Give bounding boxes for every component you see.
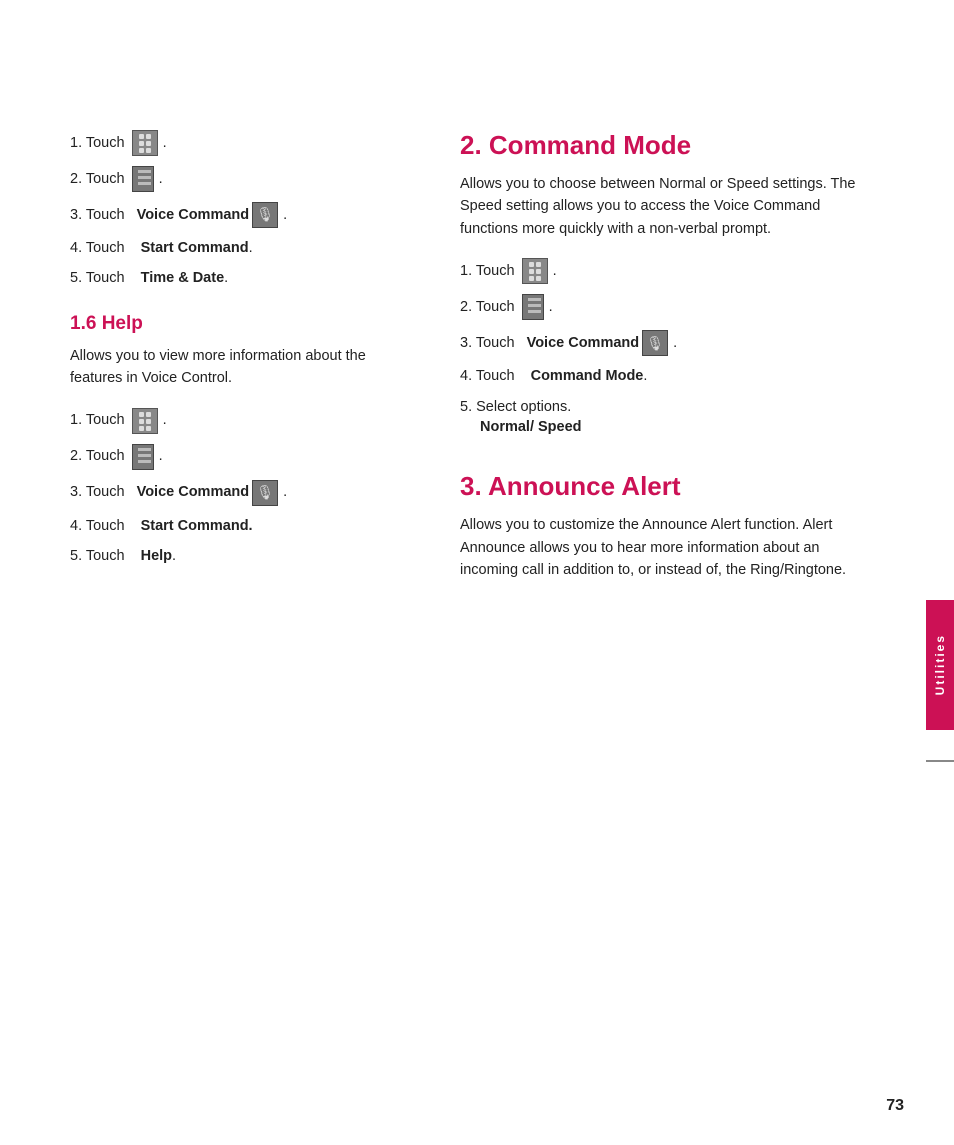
help-step1-label: 1. Touch [70, 410, 125, 430]
step-3: 3. Touch Voice Command . [70, 202, 390, 228]
grid-icon-3 [522, 258, 548, 284]
page-number: 73 [886, 1097, 904, 1115]
sidebar-line [926, 760, 954, 762]
step3-bold: Voice Command [137, 205, 250, 225]
cmd-step4-bold: Command Mode [531, 366, 644, 386]
left-column: 1. Touch . 2. Touch . 3. Touch Voice Com… [0, 0, 430, 1145]
doc-icon-2 [132, 444, 154, 470]
help-step-3: 3. Touch Voice Command . [70, 480, 390, 506]
step4-label: 4. Touch [70, 238, 125, 258]
cmd-step-5: 5. Select options. Normal/ Speed [460, 397, 880, 448]
help-steps-list: 1. Touch . 2. Touch . 3. Touch Voice Com… [70, 408, 390, 567]
help-step-2: 2. Touch . [70, 444, 390, 470]
section-16-body: Allows you to view more information abou… [70, 345, 390, 390]
help-step4-label: 4. Touch [70, 516, 125, 536]
right-column: 2. Command Mode Allows you to choose bet… [430, 0, 910, 1145]
cmd-step-3: 3. Touch Voice Command . [460, 330, 880, 356]
cmd-step3-label: 3. Touch [460, 333, 515, 353]
sidebar-tab-text: Utilities [933, 634, 947, 695]
voice-icon-3 [642, 330, 668, 356]
voice-icon-2 [252, 480, 278, 506]
cmd-step-4: 4. Touch Command Mode . [460, 366, 880, 386]
cmd-step5-bold: Normal/ Speed [480, 417, 582, 437]
step5-label: 5. Touch [70, 268, 125, 288]
step-4: 4. Touch Start Command . [70, 238, 390, 258]
cmd-step4-label: 4. Touch [460, 366, 515, 386]
cmd-step-2: 2. Touch . [460, 294, 880, 320]
page: 1. Touch . 2. Touch . 3. Touch Voice Com… [0, 0, 954, 1145]
step2-label: 2. Touch [70, 169, 125, 189]
grid-icon-1 [132, 130, 158, 156]
help-step-4: 4. Touch Start Command. [70, 516, 390, 536]
utilities-sidebar-tab: Utilities [926, 600, 954, 730]
help-step5-label: 5. Touch [70, 546, 125, 566]
section-16: 1.6 Help Allows you to view more informa… [70, 313, 390, 390]
step5-bold: Time & Date [141, 268, 225, 288]
grid-icon-2 [132, 408, 158, 434]
step3-label: 3. Touch [70, 205, 125, 225]
help-step3-bold: Voice Command [137, 482, 250, 502]
doc-icon-1 [132, 166, 154, 192]
cmd-step5-label: 5. Select options. [460, 397, 571, 417]
help-step-1: 1. Touch . [70, 408, 390, 434]
step-1: 1. Touch . [70, 130, 390, 156]
steps-list-top: 1. Touch . 2. Touch . 3. Touch Voice Com… [70, 130, 390, 289]
step-5: 5. Touch Time & Date . [70, 268, 390, 288]
section-2-heading: 2. Command Mode [460, 130, 880, 161]
section-3-heading: 3. Announce Alert [460, 471, 880, 502]
step4-bold: Start Command [141, 238, 249, 258]
cmd-step2-label: 2. Touch [460, 297, 515, 317]
help-step-5: 5. Touch Help . [70, 546, 390, 566]
voice-icon-1 [252, 202, 278, 228]
cmd-step1-label: 1. Touch [460, 261, 515, 281]
step1-label: 1. Touch [70, 133, 125, 153]
help-step3-label: 3. Touch [70, 482, 125, 502]
help-step2-label: 2. Touch [70, 446, 125, 466]
help-step4-bold: Start Command. [141, 516, 253, 536]
cmd-step3-bold: Voice Command [527, 333, 640, 353]
section-2-body: Allows you to choose between Normal or S… [460, 173, 880, 240]
cmd-step-1: 1. Touch . [460, 258, 880, 284]
cmd-steps-list: 1. Touch . 2. Touch . 3. Touch Voice Com… [460, 258, 880, 447]
doc-icon-3 [522, 294, 544, 320]
step-2: 2. Touch . [70, 166, 390, 192]
help-step5-bold: Help [141, 546, 172, 566]
section-16-heading: 1.6 Help [70, 313, 390, 335]
section-3-body: Allows you to customize the Announce Ale… [460, 514, 880, 581]
section-2: 2. Command Mode Allows you to choose bet… [460, 130, 880, 240]
section-3: 3. Announce Alert Allows you to customiz… [460, 471, 880, 581]
